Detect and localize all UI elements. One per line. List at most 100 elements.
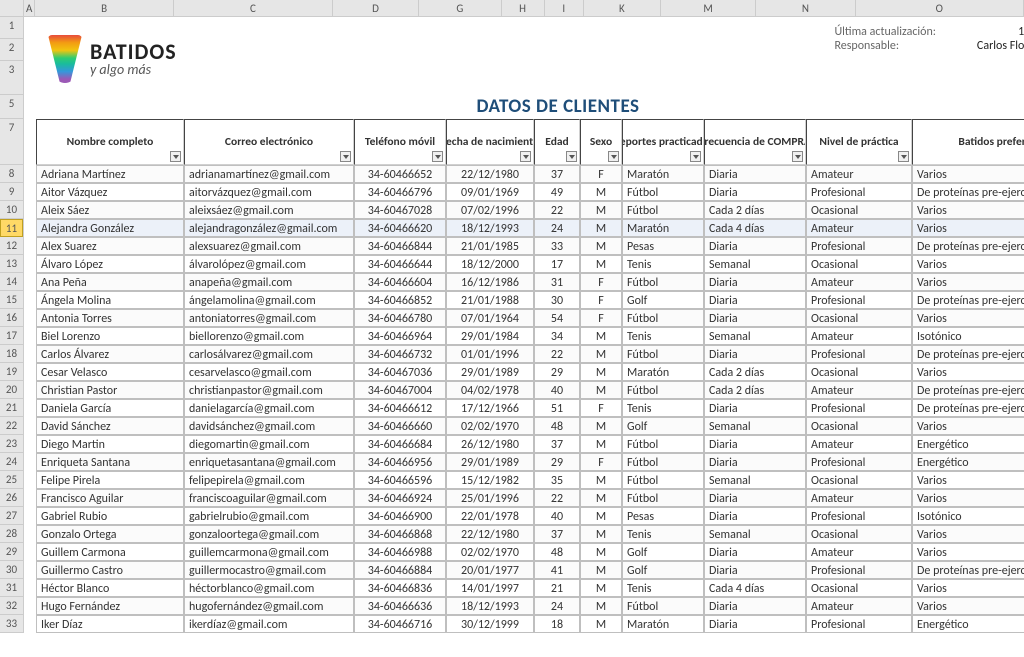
cell-dep[interactable]: Tenis bbox=[622, 399, 704, 417]
cell-fecha[interactable]: 15/12/1982 bbox=[446, 471, 534, 489]
cell-freq[interactable]: Diaria bbox=[704, 273, 806, 291]
cell-fecha[interactable]: 18/12/1993 bbox=[446, 597, 534, 615]
cell-nombre[interactable]: Ana Peña bbox=[36, 273, 184, 291]
cell-edad[interactable]: 40 bbox=[534, 381, 580, 399]
cell-fecha[interactable]: 17/12/1966 bbox=[446, 399, 534, 417]
cell-edad[interactable]: 54 bbox=[534, 309, 580, 327]
cell-batido[interactable]: De proteínas pre-ejercicio bbox=[912, 345, 1024, 363]
cell-edad[interactable]: 51 bbox=[534, 399, 580, 417]
cell-fecha[interactable]: 01/01/1996 bbox=[446, 345, 534, 363]
row-num[interactable]: 5 bbox=[0, 95, 23, 119]
row-num[interactable]: 28 bbox=[0, 525, 23, 543]
row-num[interactable]: 24 bbox=[0, 453, 23, 471]
cell-edad[interactable]: 17 bbox=[534, 255, 580, 273]
cell-batido[interactable]: Energético bbox=[912, 453, 1024, 471]
row-num[interactable]: 17 bbox=[0, 327, 23, 345]
table-row[interactable]: Ángela Molinaángelamolina@gmail.com34-60… bbox=[36, 291, 1024, 309]
cell-batido[interactable]: De proteínas pre-ejercicio bbox=[912, 291, 1024, 309]
cell-correo[interactable]: antoniatorres@gmail.com bbox=[184, 309, 354, 327]
cell-nombre[interactable]: Aleix Sáez bbox=[36, 201, 184, 219]
cell-sexo[interactable]: M bbox=[580, 561, 622, 579]
table-row[interactable]: Diego Martindiegomartin@gmail.com34-6046… bbox=[36, 435, 1024, 453]
cell-batido[interactable]: Varios bbox=[912, 525, 1024, 543]
cell-batido[interactable]: De proteínas pre-ejercicio bbox=[912, 399, 1024, 417]
table-row[interactable]: Alejandra Gonzálezalejandragonzález@gmai… bbox=[36, 219, 1024, 237]
filter-icon[interactable] bbox=[520, 151, 531, 162]
th-correo[interactable]: Correo electrónico bbox=[184, 119, 354, 165]
cell-batido[interactable]: Varios bbox=[912, 597, 1024, 615]
cell-batido[interactable]: Energético bbox=[912, 615, 1024, 633]
table-row[interactable]: Felipe Pirelafelipepirela@gmail.com34-60… bbox=[36, 471, 1024, 489]
cell-correo[interactable]: alexsuarez@gmail.com bbox=[184, 237, 354, 255]
cell-fecha[interactable]: 22/01/1978 bbox=[446, 507, 534, 525]
table-row[interactable]: Héctor Blancohéctorblanco@gmail.com34-60… bbox=[36, 579, 1024, 597]
cell-nivel[interactable]: Ocasional bbox=[806, 417, 912, 435]
cell-fecha[interactable]: 02/02/1970 bbox=[446, 417, 534, 435]
cell-nivel[interactable]: Profesional bbox=[806, 291, 912, 309]
cell-batido[interactable]: Varios bbox=[912, 165, 1024, 183]
cell-edad[interactable]: 29 bbox=[534, 453, 580, 471]
table-row[interactable]: Ana Peñaanapeña@gmail.com34-6046660416/1… bbox=[36, 273, 1024, 291]
cell-nivel[interactable]: Ocasional bbox=[806, 201, 912, 219]
cell-correo[interactable]: héctorblanco@gmail.com bbox=[184, 579, 354, 597]
filter-icon[interactable] bbox=[170, 151, 181, 162]
cell-tel[interactable]: 34-60466604 bbox=[354, 273, 446, 291]
table-row[interactable]: Carlos Álvarezcarlosálvarez@gmail.com34-… bbox=[36, 345, 1024, 363]
cell-sexo[interactable]: M bbox=[580, 255, 622, 273]
cell-correo[interactable]: guillermocastro@gmail.com bbox=[184, 561, 354, 579]
cell-dep[interactable]: Maratón bbox=[622, 219, 704, 237]
cell-nombre[interactable]: Christian Pastor bbox=[36, 381, 184, 399]
cell-sexo[interactable]: M bbox=[580, 471, 622, 489]
cell-fecha[interactable]: 21/01/1988 bbox=[446, 291, 534, 309]
cell-nombre[interactable]: Carlos Álvarez bbox=[36, 345, 184, 363]
cell-sexo[interactable]: M bbox=[580, 345, 622, 363]
cell-batido[interactable]: Isotónico bbox=[912, 507, 1024, 525]
col-header-A[interactable]: A bbox=[24, 0, 35, 16]
cell-edad[interactable]: 22 bbox=[534, 489, 580, 507]
cell-edad[interactable]: 22 bbox=[534, 345, 580, 363]
cell-fecha[interactable]: 29/01/1989 bbox=[446, 363, 534, 381]
cell-freq[interactable]: Diaria bbox=[704, 543, 806, 561]
cell-freq[interactable]: Cada 2 días bbox=[704, 381, 806, 399]
cell-tel[interactable]: 34-60466836 bbox=[354, 579, 446, 597]
cell-sexo[interactable]: M bbox=[580, 363, 622, 381]
cell-edad[interactable]: 35 bbox=[534, 471, 580, 489]
col-header-B[interactable]: B bbox=[35, 0, 174, 16]
filter-icon[interactable] bbox=[432, 151, 443, 162]
row-num[interactable]: 25 bbox=[0, 471, 23, 489]
cell-tel[interactable]: 34-60466652 bbox=[354, 165, 446, 183]
cell-nivel[interactable]: Amateur bbox=[806, 219, 912, 237]
cell-freq[interactable]: Diaria bbox=[704, 309, 806, 327]
row-num[interactable]: 9 bbox=[0, 183, 23, 201]
table-row[interactable]: Iker Díazikerdíaz@gmail.com34-6046671630… bbox=[36, 615, 1024, 633]
cell-dep[interactable]: Maratón bbox=[622, 615, 704, 633]
cell-nivel[interactable]: Profesional bbox=[806, 561, 912, 579]
cell-correo[interactable]: christianpastor@gmail.com bbox=[184, 381, 354, 399]
cell-freq[interactable]: Semanal bbox=[704, 525, 806, 543]
cell-dep[interactable]: Fútbol bbox=[622, 201, 704, 219]
cell-edad[interactable]: 41 bbox=[534, 561, 580, 579]
cell-freq[interactable]: Diaria bbox=[704, 237, 806, 255]
cell-edad[interactable]: 49 bbox=[534, 183, 580, 201]
cell-tel[interactable]: 34-60466732 bbox=[354, 345, 446, 363]
cell-nivel[interactable]: Amateur bbox=[806, 597, 912, 615]
cell-nombre[interactable]: Enriqueta Santana bbox=[36, 453, 184, 471]
cell-sexo[interactable]: M bbox=[580, 201, 622, 219]
cell-correo[interactable]: felipepirela@gmail.com bbox=[184, 471, 354, 489]
row-num[interactable]: 18 bbox=[0, 345, 23, 363]
cell-tel[interactable]: 34-60466644 bbox=[354, 255, 446, 273]
cell-tel[interactable]: 34-60466796 bbox=[354, 183, 446, 201]
cell-tel[interactable]: 34-60466660 bbox=[354, 417, 446, 435]
cell-nombre[interactable]: Alejandra González bbox=[36, 219, 184, 237]
cell-nivel[interactable]: Profesional bbox=[806, 183, 912, 201]
cell-freq[interactable]: Diaria bbox=[704, 507, 806, 525]
cell-nivel[interactable]: Amateur bbox=[806, 273, 912, 291]
cell-tel[interactable]: 34-60466956 bbox=[354, 453, 446, 471]
cell-correo[interactable]: álvarolópez@gmail.com bbox=[184, 255, 354, 273]
cell-nombre[interactable]: Gonzalo Ortega bbox=[36, 525, 184, 543]
cell-tel[interactable]: 34-60466844 bbox=[354, 237, 446, 255]
cell-tel[interactable]: 34-60466620 bbox=[354, 219, 446, 237]
cell-tel[interactable]: 34-60466884 bbox=[354, 561, 446, 579]
table-row[interactable]: Alex Suarezalexsuarez@gmail.com34-604668… bbox=[36, 237, 1024, 255]
cell-dep[interactable]: Fútbol bbox=[622, 309, 704, 327]
